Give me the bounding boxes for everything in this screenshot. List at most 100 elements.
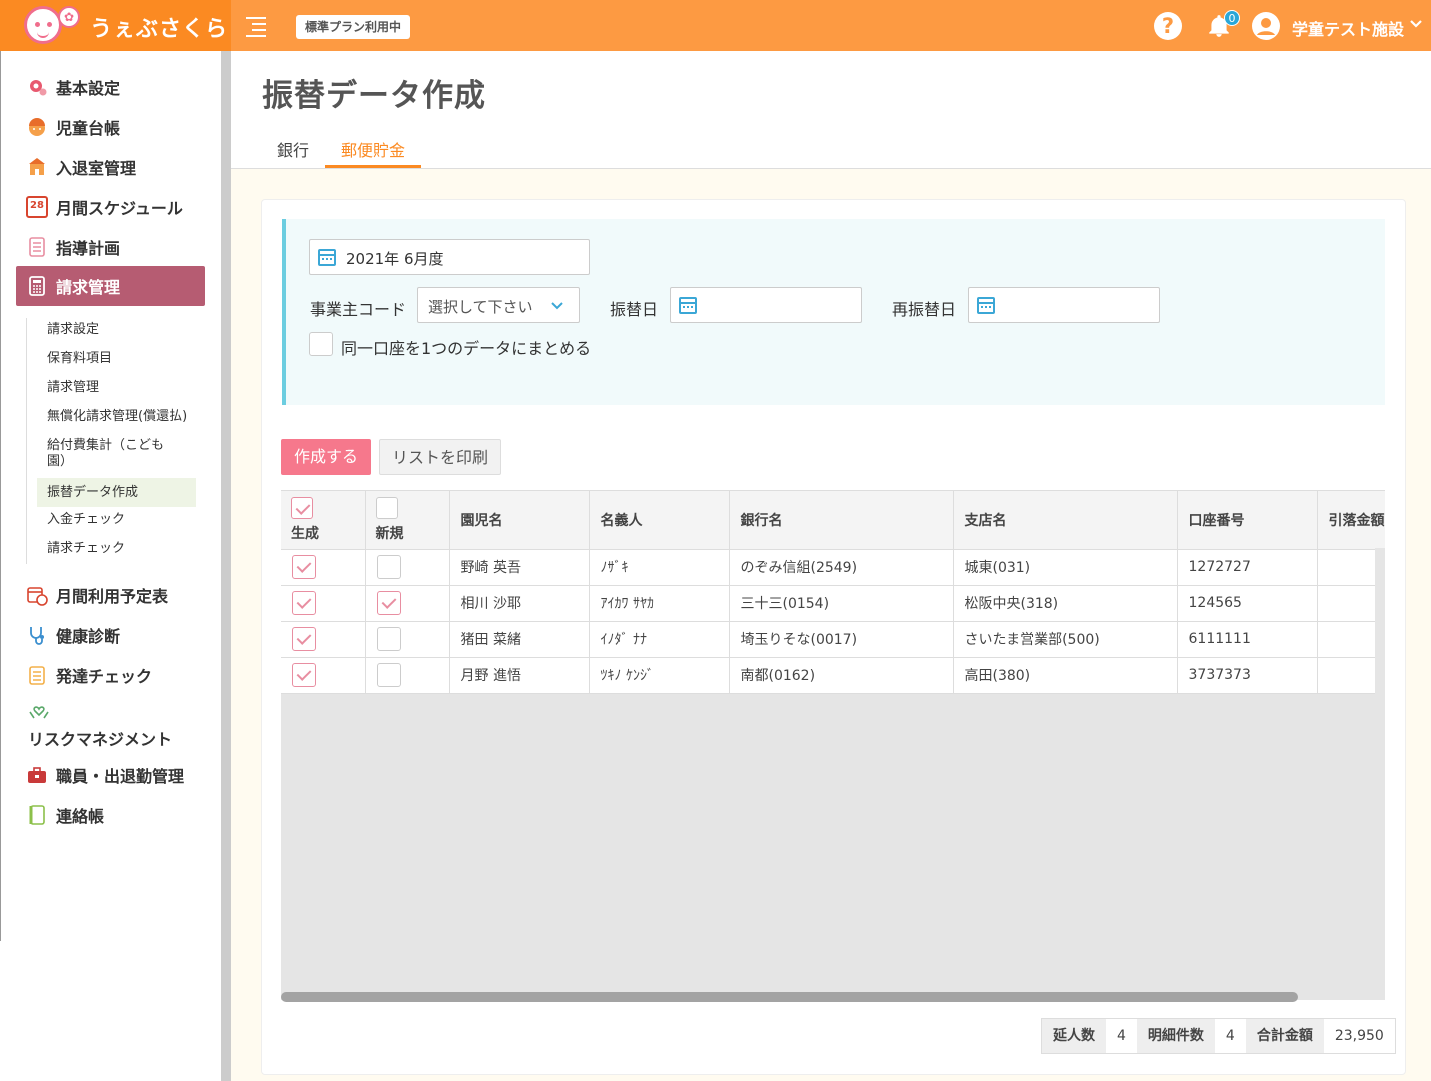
calendar-icon: 28 xyxy=(26,196,48,218)
new-checkbox[interactable] xyxy=(376,591,401,615)
header-account-holder[interactable]: 名義人 xyxy=(589,491,730,550)
cell-child-name: 相川 沙耶 xyxy=(449,585,590,622)
cell-account-holder: ﾂｷﾉ ｹﾝｼﾞ xyxy=(589,657,730,694)
header-label: 新規 xyxy=(375,525,404,542)
submenu-item[interactable]: 無償化請求管理(償還払) xyxy=(47,409,187,425)
total-label: 合計金額 xyxy=(1245,1019,1324,1053)
select-all-generate-checkbox[interactable] xyxy=(291,496,313,519)
sidebar-item-attendance[interactable]: 入退室管理 xyxy=(26,152,136,182)
header-amount[interactable]: 引落金額 xyxy=(1317,491,1385,550)
logo[interactable]: ✿ うぇぶさくら xyxy=(0,0,231,51)
transfer-date-field[interactable] xyxy=(670,287,862,323)
submenu-item[interactable]: 給付費集計（こども園） xyxy=(47,438,177,470)
school-icon xyxy=(29,158,45,175)
persons-value: 4 xyxy=(1106,1019,1137,1053)
sidebar-item-label: 指導計画 xyxy=(56,239,121,258)
calculator-icon xyxy=(29,276,45,296)
header-label: 生成 xyxy=(291,525,319,542)
sidebar-item-billing[interactable]: 請求管理 xyxy=(16,266,205,306)
tab-postal-savings[interactable]: 郵便貯金 xyxy=(341,137,405,161)
sidebar-item-development-check[interactable]: 発達チェック xyxy=(26,660,152,690)
calendar-icon xyxy=(679,297,697,314)
user-avatar-icon[interactable] xyxy=(1252,12,1280,40)
sidebar-item-risk-management[interactable]: リスクマネジメント xyxy=(28,700,172,750)
sidebar-item-guidance-plan[interactable]: 指導計画 xyxy=(26,232,120,262)
merge-accounts-checkbox[interactable] xyxy=(309,332,333,356)
generate-cell xyxy=(281,657,366,694)
sidebar-item-health-check[interactable]: 健康診断 xyxy=(26,620,120,650)
employer-code-select[interactable]: 選択して下さい xyxy=(417,287,580,323)
user-name[interactable]: 学童テスト施設 xyxy=(1292,16,1404,40)
total-value: 23,950 xyxy=(1323,1019,1395,1053)
generate-checkbox[interactable] xyxy=(292,627,316,651)
menu-toggle-icon[interactable] xyxy=(246,15,268,37)
cell-account-holder: ｱｲｶﾜ ｻﾔｶ xyxy=(589,585,730,622)
persons-label: 延人数 xyxy=(1042,1019,1106,1053)
cell-account-holder: ﾉｻﾞｷ xyxy=(589,549,730,586)
submenu-item[interactable]: 請求チェック xyxy=(47,541,125,557)
sidebar-item-monthly-usage[interactable]: 月間利用予定表 xyxy=(26,580,168,610)
header-branch-name[interactable]: 支店名 xyxy=(953,491,1178,550)
employer-code-label: 事業主コード xyxy=(310,300,407,319)
header-new: 新規 xyxy=(365,491,450,550)
submenu-item[interactable]: 請求管理 xyxy=(47,380,99,396)
sidebar-item-basic-settings[interactable]: 基本設定 xyxy=(26,72,120,102)
help-icon[interactable]: ? xyxy=(1154,12,1182,40)
stethoscope-icon xyxy=(30,627,44,645)
cell-branch-name: 松阪中央(318) xyxy=(953,585,1178,622)
sidebar-item-label: 健康診断 xyxy=(56,627,121,646)
sidebar-item-contact-book[interactable]: 連絡帳 xyxy=(26,800,104,830)
retransfer-date-label: 再振替日 xyxy=(892,300,957,319)
month-value: 2021年 6月度 xyxy=(346,250,444,268)
cell-account-number: 3737373 xyxy=(1177,657,1318,694)
cell-branch-name: 城東(031) xyxy=(953,549,1178,586)
submenu-item[interactable]: 請求設定 xyxy=(47,322,99,338)
app-header: ✿ うぇぶさくら 標準プラン利用中 ? 0 学童テスト施設 xyxy=(0,0,1431,51)
tab-bar: 銀行 郵便貯金 xyxy=(231,125,1431,169)
submenu-item-active[interactable]: 振替データ作成 xyxy=(37,478,196,507)
cell-bank-name: 三十三(0154) xyxy=(729,585,954,622)
generate-checkbox[interactable] xyxy=(292,591,316,615)
gear-icon xyxy=(30,80,47,96)
header-child-name[interactable]: 園児名 xyxy=(449,491,590,550)
logo-face-icon xyxy=(24,6,62,44)
generate-checkbox[interactable] xyxy=(292,663,316,687)
logo-text: うぇぶさくら xyxy=(90,17,229,42)
generate-checkbox[interactable] xyxy=(292,555,316,579)
sidebar-item-staff-attendance[interactable]: 職員・出退勤管理 xyxy=(26,760,184,790)
sidebar-item-label: 入退室管理 xyxy=(56,159,137,178)
new-checkbox[interactable] xyxy=(376,663,401,687)
sidebar-item-monthly-schedule[interactable]: 28 月間スケジュール xyxy=(26,192,183,222)
retransfer-date-field[interactable] xyxy=(968,287,1160,323)
sidebar-item-label: 職員・出退勤管理 xyxy=(56,767,185,786)
cell-branch-name: 高田(380) xyxy=(953,657,1178,694)
new-checkbox[interactable] xyxy=(376,555,401,579)
heart-hands-icon xyxy=(29,706,49,719)
table-horizontal-scrollbar[interactable] xyxy=(281,992,1298,1002)
generate-cell xyxy=(281,549,366,586)
cell-child-name: 野崎 英吾 xyxy=(449,549,590,586)
new-cell xyxy=(365,621,450,658)
chevron-down-icon[interactable] xyxy=(1409,17,1423,31)
month-field[interactable]: 2021年 6月度 xyxy=(309,239,590,275)
sidebar-scrollbar[interactable] xyxy=(221,51,231,1081)
submenu-item[interactable]: 保育料項目 xyxy=(47,351,112,367)
select-all-new-checkbox[interactable] xyxy=(375,496,398,519)
summary-bar: 延人数 4 明細件数 4 合計金額 23,950 xyxy=(1041,1018,1396,1054)
header-bank-name[interactable]: 銀行名 xyxy=(729,491,954,550)
child-icon xyxy=(29,118,45,136)
active-tab-indicator xyxy=(325,165,421,168)
table-row: 野崎 英吾 ﾉｻﾞｷ のぞみ信組(2549) 城東(031) 1272727 xyxy=(281,549,1385,586)
table-vertical-scrollbar[interactable] xyxy=(1375,548,1385,993)
submenu-item[interactable]: 入金チェック xyxy=(47,512,125,528)
create-button[interactable]: 作成する xyxy=(281,439,371,475)
sidebar-item-label: 基本設定 xyxy=(56,79,121,98)
header-account-number[interactable]: 口座番号 xyxy=(1177,491,1318,550)
transfer-date-label: 振替日 xyxy=(610,300,659,319)
new-checkbox[interactable] xyxy=(376,627,401,651)
tab-bank[interactable]: 銀行 xyxy=(277,137,309,161)
print-list-button[interactable]: リストを印刷 xyxy=(379,439,501,475)
table-row: 月野 進悟 ﾂｷﾉ ｹﾝｼﾞ 南都(0162) 高田(380) 3737373 xyxy=(281,657,1385,694)
transfer-table: 生成 新規 園児名 名義人 銀行名 支店名 口座番号 引落金額 野崎 英吾 ﾉｻﾞ… xyxy=(281,490,1385,1000)
sidebar-item-child-register[interactable]: 児童台帳 xyxy=(26,112,120,142)
